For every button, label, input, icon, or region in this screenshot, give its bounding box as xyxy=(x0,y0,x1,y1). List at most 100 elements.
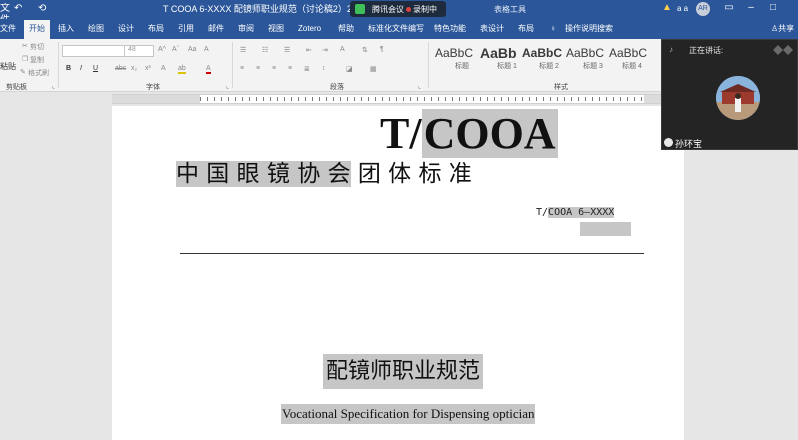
justify-icon[interactable]: ≡ xyxy=(288,65,292,72)
lightbulb-icon: ♀ xyxy=(550,24,556,33)
clear-format-button[interactable]: A xyxy=(204,46,209,53)
mic-icon xyxy=(664,138,673,147)
warning-icon[interactable]: ▲ xyxy=(662,2,672,13)
chinese-layout-icon[interactable]: A xyxy=(340,46,345,53)
line-spacing-icon[interactable]: ↕ xyxy=(322,65,326,72)
minimize-icon[interactable]: – xyxy=(744,2,758,13)
share-button[interactable]: ♙共享 xyxy=(771,23,794,34)
redo-icon[interactable]: ⟲ xyxy=(38,3,46,15)
align-right-icon[interactable]: ≡ xyxy=(272,65,276,72)
cut-button[interactable]: 剪切 xyxy=(30,42,44,52)
tab-references[interactable]: 引用 xyxy=(178,23,194,35)
clipboard-launcher-icon[interactable]: ⌞ xyxy=(52,82,55,90)
shrink-font-button[interactable]: Aˇ xyxy=(172,46,179,53)
font-launcher-icon[interactable]: ⌞ xyxy=(226,82,229,90)
tab-mailings[interactable]: 邮件 xyxy=(208,23,224,35)
show-marks-icon[interactable]: ¶ xyxy=(380,46,384,53)
paragraph-launcher-icon[interactable]: ⌞ xyxy=(418,82,421,90)
speaker-icon: ♪ xyxy=(669,45,673,54)
share-label: 共享 xyxy=(778,24,795,33)
ribbon-tabs: 文件 开始 插入 绘图 设计 布局 引用 邮件 审阅 视图 Zotero 帮助 … xyxy=(0,19,798,39)
style-heading-4[interactable]: AaBbC 标题 4 xyxy=(606,44,658,76)
tab-help[interactable]: 帮助 xyxy=(338,23,354,35)
paste-button[interactable]: 粘贴 xyxy=(0,61,16,72)
meeting-status-pill[interactable]: 腾讯会议 录制中 xyxy=(350,1,446,17)
tab-file[interactable]: 文件 xyxy=(0,23,16,35)
speaker-avatar xyxy=(716,76,760,120)
scissors-icon[interactable]: ✂ xyxy=(22,42,28,50)
underline-button[interactable]: U xyxy=(93,65,98,72)
group-divider xyxy=(232,42,233,88)
distributed-icon[interactable]: ≣ xyxy=(304,65,310,73)
association-line[interactable]: 中 国 眼 镜 协 会 团 体 标 准 xyxy=(176,158,644,190)
bold-button[interactable]: B xyxy=(66,65,71,72)
user-name[interactable]: a a xyxy=(677,4,688,13)
italic-button[interactable]: I xyxy=(80,65,82,72)
format-painter-button[interactable]: 格式刷 xyxy=(28,68,49,78)
group-divider xyxy=(428,42,429,88)
borders-icon[interactable]: ▦ xyxy=(370,65,377,73)
tab-review[interactable]: 审阅 xyxy=(238,23,254,35)
tab-standardization[interactable]: 标准化文件编写 xyxy=(368,23,424,35)
paragraph-group-label: 段落 xyxy=(330,84,344,91)
sort-icon[interactable]: ⇅ xyxy=(362,46,368,54)
numbering-icon[interactable]: ☷ xyxy=(262,46,268,54)
tab-insert[interactable]: 插入 xyxy=(58,23,74,35)
meeting-logo-icon xyxy=(773,45,793,55)
highlight-color-button[interactable]: ab xyxy=(178,65,186,74)
ribbon-display-icon[interactable]: ▭ xyxy=(722,2,736,13)
search-input[interactable]: 操作说明搜索 xyxy=(565,23,613,35)
tab-table-layout[interactable]: 布局 xyxy=(518,23,534,35)
tab-view[interactable]: 视图 xyxy=(268,23,284,35)
standard-code-heading[interactable]: T/COOA xyxy=(380,109,558,158)
decrease-indent-icon[interactable]: ⇤ xyxy=(306,46,312,54)
speaking-label: 正在讲话: xyxy=(689,46,724,55)
align-center-icon[interactable]: ≡ xyxy=(256,65,260,72)
subscript-button[interactable]: x₂ xyxy=(131,65,137,72)
tab-table-design[interactable]: 表设计 xyxy=(480,23,504,35)
multilevel-list-icon[interactable]: ☰ xyxy=(284,46,290,54)
ruler-ticks xyxy=(200,97,644,101)
chinese-title[interactable]: 配镜师职业规范 xyxy=(323,354,484,389)
tab-layout[interactable]: 布局 xyxy=(148,23,164,35)
style-preview: AaBbC xyxy=(609,46,648,60)
tab-features[interactable]: 特色功能 xyxy=(434,23,466,35)
grow-font-button[interactable]: A^ xyxy=(158,46,166,53)
font-size-select[interactable]: 48 xyxy=(124,45,152,57)
horizontal-ruler[interactable] xyxy=(112,94,684,104)
copy-icon[interactable]: ❐ xyxy=(22,55,28,63)
date-placeholder-field[interactable] xyxy=(580,222,631,236)
font-color-button[interactable]: A xyxy=(206,65,211,74)
change-case-button[interactable]: Aa xyxy=(188,46,197,53)
header-rule xyxy=(180,253,644,254)
tab-draw[interactable]: 绘图 xyxy=(88,23,104,35)
std-prefix: T/ xyxy=(536,207,549,218)
avatar[interactable]: AR xyxy=(696,2,710,16)
tab-design[interactable]: 设计 xyxy=(118,23,134,35)
increase-indent-icon[interactable]: ⇥ xyxy=(322,46,328,54)
table-tools-context: 表格工具 xyxy=(494,5,526,14)
ruler-left-margin xyxy=(112,95,200,103)
association-name: 中 国 眼 镜 协 会 xyxy=(176,161,351,187)
recording-label: 录制中 xyxy=(413,5,437,14)
association-suffix: 团 体 标 准 xyxy=(350,161,472,187)
speaker-name: 孙环宝 xyxy=(675,139,703,149)
shading-icon[interactable]: ◪ xyxy=(346,65,353,73)
brush-icon[interactable]: ✎ xyxy=(20,68,26,76)
standard-number[interactable]: T/COOA 6—XXXX xyxy=(536,206,615,219)
english-title[interactable]: Vocational Specification for Dispensing … xyxy=(281,404,536,424)
strikethrough-button[interactable]: abc xyxy=(115,65,126,72)
recording-dot-icon xyxy=(406,7,411,12)
maximize-icon[interactable]: □ xyxy=(766,2,780,13)
std-org: COOA xyxy=(548,207,573,218)
superscript-button[interactable]: x² xyxy=(145,65,151,72)
tab-zotero[interactable]: Zotero xyxy=(298,23,321,35)
tab-home[interactable]: 开始 xyxy=(24,20,50,39)
text-effects-button[interactable]: A xyxy=(161,65,166,72)
font-group-label: 字体 xyxy=(146,84,160,91)
bullets-icon[interactable]: ☰ xyxy=(240,46,246,54)
undo-icon[interactable]: ↶ xyxy=(14,3,22,15)
copy-button[interactable]: 复制 xyxy=(30,55,44,65)
meeting-speaker-panel[interactable]: ♪ 正在讲话: 孙环宝 xyxy=(661,39,798,150)
align-left-icon[interactable]: ≡ xyxy=(240,65,244,72)
